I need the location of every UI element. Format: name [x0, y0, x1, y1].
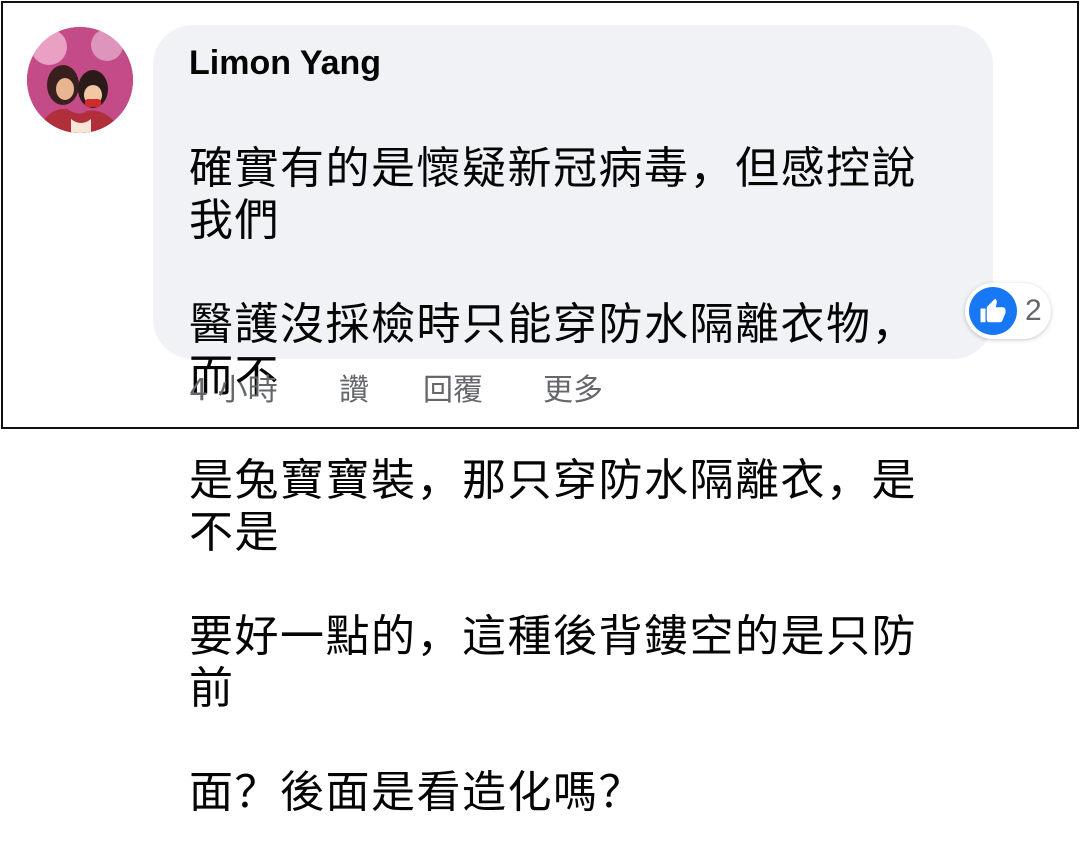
comment-frame: Limon Yang 確實有的是懷疑新冠病毒，但感控說我們 醫護沒採檢時只能穿防… [1, 1, 1079, 818]
comment-text-line: 確實有的是懷疑新冠病毒，但感控說我們 [189, 143, 917, 246]
reaction-count: 2 [1025, 294, 1042, 327]
comment-text: 確實有的是懷疑新冠病毒，但感控說我們 醫護沒採檢時只能穿防水隔離衣物，而不 是兔… [189, 91, 949, 864]
comment-author[interactable]: Limon Yang [189, 43, 381, 83]
like-icon [969, 287, 1017, 335]
like-button[interactable]: 讚 [339, 369, 369, 413]
comment-bubble: Limon Yang 確實有的是懷疑新冠病毒，但感控說我們 醫護沒採檢時只能穿防… [153, 25, 993, 818]
comment-text-line: 是兔寶寶裝，那只穿防水隔離衣，是不是 [189, 455, 917, 558]
avatar[interactable] [27, 27, 133, 133]
avatar-photo [27, 27, 133, 133]
more-button[interactable]: 更多 [543, 369, 603, 413]
reply-button[interactable]: 回覆 [423, 369, 483, 413]
comment-text-line: 面？後面是看造化嗎？ [189, 767, 644, 818]
comment-text-line: 要好一點的，這種後背鏤空的是只防前 [189, 611, 917, 714]
reaction-summary[interactable]: 2 [965, 283, 1051, 339]
comment-timestamp[interactable]: 4 小時 [189, 369, 278, 413]
thumbs-up-icon [980, 298, 1006, 323]
